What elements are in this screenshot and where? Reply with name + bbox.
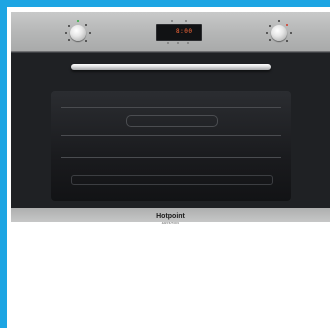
brand-subline: ARISTON [161, 221, 180, 225]
oven-door[interactable] [11, 52, 330, 209]
blue-frame-top [0, 0, 330, 7]
temperature-knob-icon[interactable] [271, 25, 287, 41]
display-indicator-icon [171, 20, 173, 22]
brand-name: Hotpoint [156, 213, 185, 220]
grill-element [126, 115, 218, 127]
oven-rack [61, 107, 281, 108]
baking-tray [71, 175, 273, 185]
oven-window [51, 91, 291, 201]
control-panel: 8:00 [11, 12, 330, 52]
door-handle[interactable] [71, 64, 271, 70]
oven-rack [61, 135, 281, 136]
timer-display: 8:00 [156, 24, 202, 41]
oven-photo: 8:00 Hotpoint ARISTON [11, 12, 330, 225]
display-indicator-icon [185, 20, 187, 22]
timer-button-icon[interactable] [167, 42, 169, 44]
brand-logo: Hotpoint ARISTON [11, 213, 330, 225]
timer-button-icon[interactable] [187, 42, 189, 44]
timer-button-icon[interactable] [177, 42, 179, 44]
function-selector-knob-icon[interactable] [70, 25, 86, 41]
blue-frame-left [0, 0, 7, 328]
oven-rack [61, 157, 281, 158]
display-time: 8:00 [176, 28, 193, 35]
